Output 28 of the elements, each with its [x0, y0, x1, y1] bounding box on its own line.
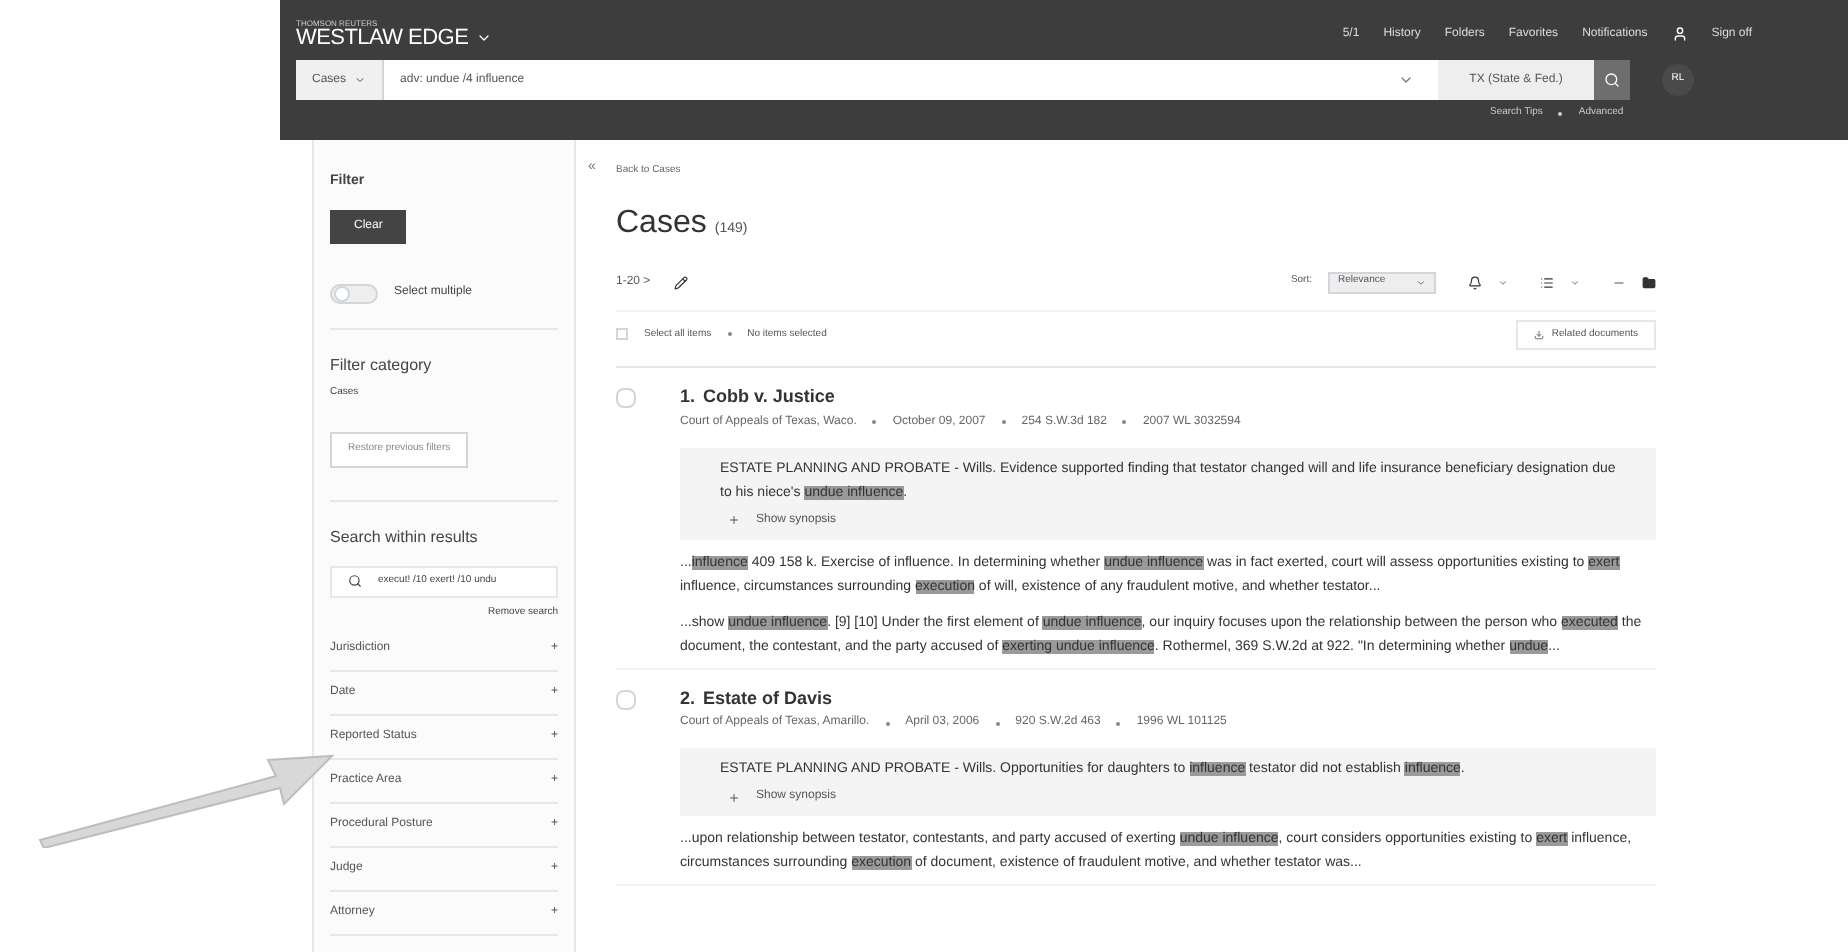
folder-icon[interactable]	[1642, 275, 1656, 289]
checkbox[interactable]	[616, 388, 636, 408]
chevron-icon[interactable]	[1398, 72, 1414, 88]
checkbox[interactable]	[616, 689, 636, 709]
result-title-link[interactable]: Cobb v. Justice	[703, 384, 835, 411]
search-icon	[348, 574, 362, 588]
filter-category-title: Filter category	[330, 353, 434, 377]
brand-logo[interactable]: WESTLAW EDGE	[296, 27, 493, 49]
toggle-switch[interactable]	[330, 283, 378, 303]
result-number: 1.	[680, 384, 696, 410]
caret-icon[interactable]	[1498, 277, 1508, 287]
search-button[interactable]	[1594, 60, 1630, 100]
result-number: 2.	[680, 685, 696, 711]
pencil-icon[interactable]	[674, 275, 689, 289]
page-title: Cases	[616, 203, 707, 243]
list-icon[interactable]	[1540, 275, 1554, 289]
result-title-link[interactable]: Estate of Davis	[703, 685, 833, 712]
plus-icon	[728, 514, 740, 526]
caret-icon	[1416, 277, 1426, 287]
search-icon	[1604, 72, 1620, 88]
caret-icon	[354, 74, 367, 86]
user-icon[interactable]	[1671, 26, 1688, 42]
caret-icon[interactable]	[1570, 277, 1580, 287]
search-within-title: Search within results	[330, 525, 480, 549]
download-icon	[1533, 329, 1544, 340]
caret-icon	[476, 30, 493, 46]
plus-icon	[728, 791, 740, 803]
bell-icon[interactable]	[1468, 275, 1482, 289]
